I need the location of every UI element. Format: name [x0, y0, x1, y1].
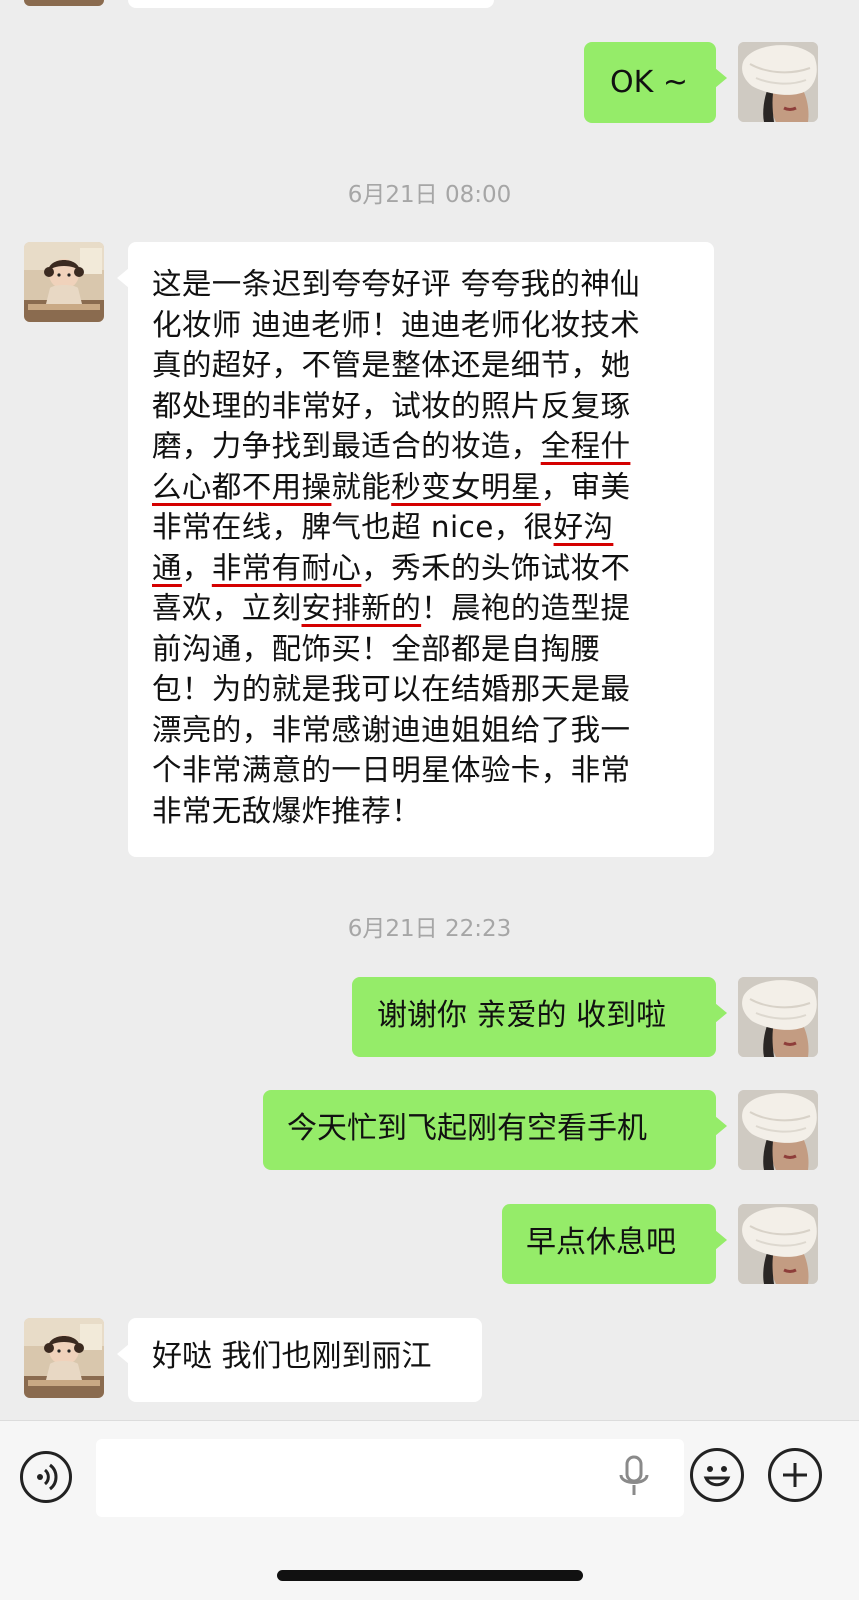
message-text-segment: 个非常满意的一日明星体验卡，非常 — [152, 753, 631, 787]
message-text: 今天忙到飞起刚有空看手机 — [287, 1111, 647, 1146]
underlined-highlight: 好沟 — [553, 510, 614, 544]
message-text-line: 么心都不用操就能秒变女明星，审美 — [152, 467, 714, 508]
message-text-segment: ，秀禾的头饰试妆不 — [361, 550, 631, 585]
message-input[interactable] — [96, 1439, 684, 1517]
message-text-segment: ！晨袍的造型提 — [421, 591, 631, 625]
underlined-highlight: 全程什 — [540, 429, 631, 463]
message-text-line: 前沟通，配饰买！全部都是自掏腰 — [152, 629, 714, 670]
received-message-bubble[interactable]: 好哒 我们也刚到丽江 — [117, 1318, 482, 1402]
contact-avatar[interactable] — [24, 1318, 104, 1398]
timestamp: 6月21日 08:00 — [347, 182, 512, 208]
message-text: OK ~ — [610, 65, 688, 100]
message-text-segment: 非常无敌爆炸推荐！ — [152, 793, 422, 828]
sent-message-bubble[interactable]: 早点休息吧 — [502, 1204, 727, 1284]
message-text-line: 磨，力争找到最适合的妆造，全程什 — [152, 426, 714, 467]
received-message-bubble[interactable]: 这是一条迟到夸夸好评 夸夸我的神仙 化妆师 迪迪老师！迪迪老师化妆技术 真的超好，不… — [117, 242, 714, 857]
smiley-face-icon[interactable] — [690, 1448, 744, 1502]
sent-message-bubble[interactable]: OK ~ — [584, 42, 727, 123]
underlined-highlight: 么心都不用操 — [152, 469, 332, 504]
my-avatar[interactable] — [738, 42, 818, 122]
message-text-segment: 非常在线，脾气也超 nice，很 — [152, 510, 554, 544]
underlined-highlight: 非常有耐心 — [211, 550, 362, 585]
my-avatar[interactable] — [738, 1204, 818, 1284]
message-text-segment: 化妆师 迪迪老师！迪迪老师化妆技术 — [152, 307, 641, 342]
underlined-highlight: 秒变女明星 — [391, 469, 541, 504]
voice-wave-icon[interactable] — [20, 1451, 72, 1503]
message-text-segment: 喜欢，立刻 — [152, 591, 302, 625]
microphone-icon[interactable] — [616, 1455, 652, 1501]
my-avatar[interactable] — [738, 977, 818, 1057]
message-text-line: 真的超好，不管是整体还是细节，她 — [152, 345, 714, 386]
message-text-line: 个非常满意的一日明星体验卡，非常 — [152, 750, 714, 791]
message-text-segment: 前沟通，配饰买！全部都是自掏腰 — [152, 631, 601, 666]
message-text-segment: 包！为的就是我可以在结婚那天是最 — [152, 672, 631, 706]
message-text-line: 包！为的就是我可以在结婚那天是最 — [152, 669, 714, 710]
message-text-segment: 就能 — [331, 469, 392, 504]
message-text-line: 非常在线，脾气也超 nice，很好沟 — [152, 507, 714, 548]
message-text-segment: ，审美 — [540, 469, 631, 504]
chat-screen: OK ~ 6月21日 08:00 这是一条迟到夸夸好评 夸夸我的神仙 化妆师 迪迪… — [0, 0, 859, 1600]
timestamp: 6月21日 22:23 — [347, 916, 512, 942]
plus-icon[interactable] — [768, 1448, 822, 1502]
sent-message-bubble[interactable]: 今天忙到飞起刚有空看手机 — [263, 1090, 727, 1170]
message-text-line: 这是一条迟到夸夸好评 夸夸我的神仙 — [152, 264, 714, 305]
contact-avatar[interactable] — [24, 242, 104, 322]
home-indicator[interactable] — [277, 1570, 583, 1581]
message-text: 谢谢你 亲爱的 收到啦 — [377, 998, 667, 1033]
message-text-line: 通，非常有耐心，秀禾的头饰试妆不 — [152, 548, 714, 589]
message-text-line: 都处理的非常好，试妆的照片反复琢 — [152, 386, 714, 427]
underlined-highlight: 通 — [152, 550, 182, 585]
cropped-message-bubble — [128, 0, 494, 8]
message-text-line: 漂亮的，非常感谢迪迪姐姐给了我一 — [152, 710, 714, 751]
message-text-line: 非常无敌爆炸推荐！ — [152, 791, 714, 832]
contact-avatar-cropped[interactable] — [24, 0, 104, 6]
message-text-segment: 真的超好，不管是整体还是细节，她 — [152, 348, 631, 382]
message-text-line: 化妆师 迪迪老师！迪迪老师化妆技术 — [152, 305, 714, 346]
message-text: 早点休息吧 — [526, 1225, 676, 1260]
message-text-segment: 磨，力争找到最适合的妆造， — [152, 429, 541, 463]
message-text-segment: 都处理的非常好，试妆的照片反复琢 — [152, 388, 631, 423]
message-text-segment: 漂亮的，非常感谢迪迪姐姐给了我一 — [152, 712, 631, 747]
message-text-segment: ， — [181, 550, 212, 585]
message-text-segment: 这是一条迟到夸夸好评 夸夸我的神仙 — [152, 267, 641, 301]
sent-message-bubble[interactable]: 谢谢你 亲爱的 收到啦 — [352, 977, 727, 1057]
underlined-highlight: 安排新的 — [301, 591, 422, 625]
message-text: 好哒 我们也刚到丽江 — [152, 1339, 432, 1374]
my-avatar[interactable] — [738, 1090, 818, 1170]
message-text-line: 喜欢，立刻安排新的！晨袍的造型提 — [152, 588, 714, 629]
